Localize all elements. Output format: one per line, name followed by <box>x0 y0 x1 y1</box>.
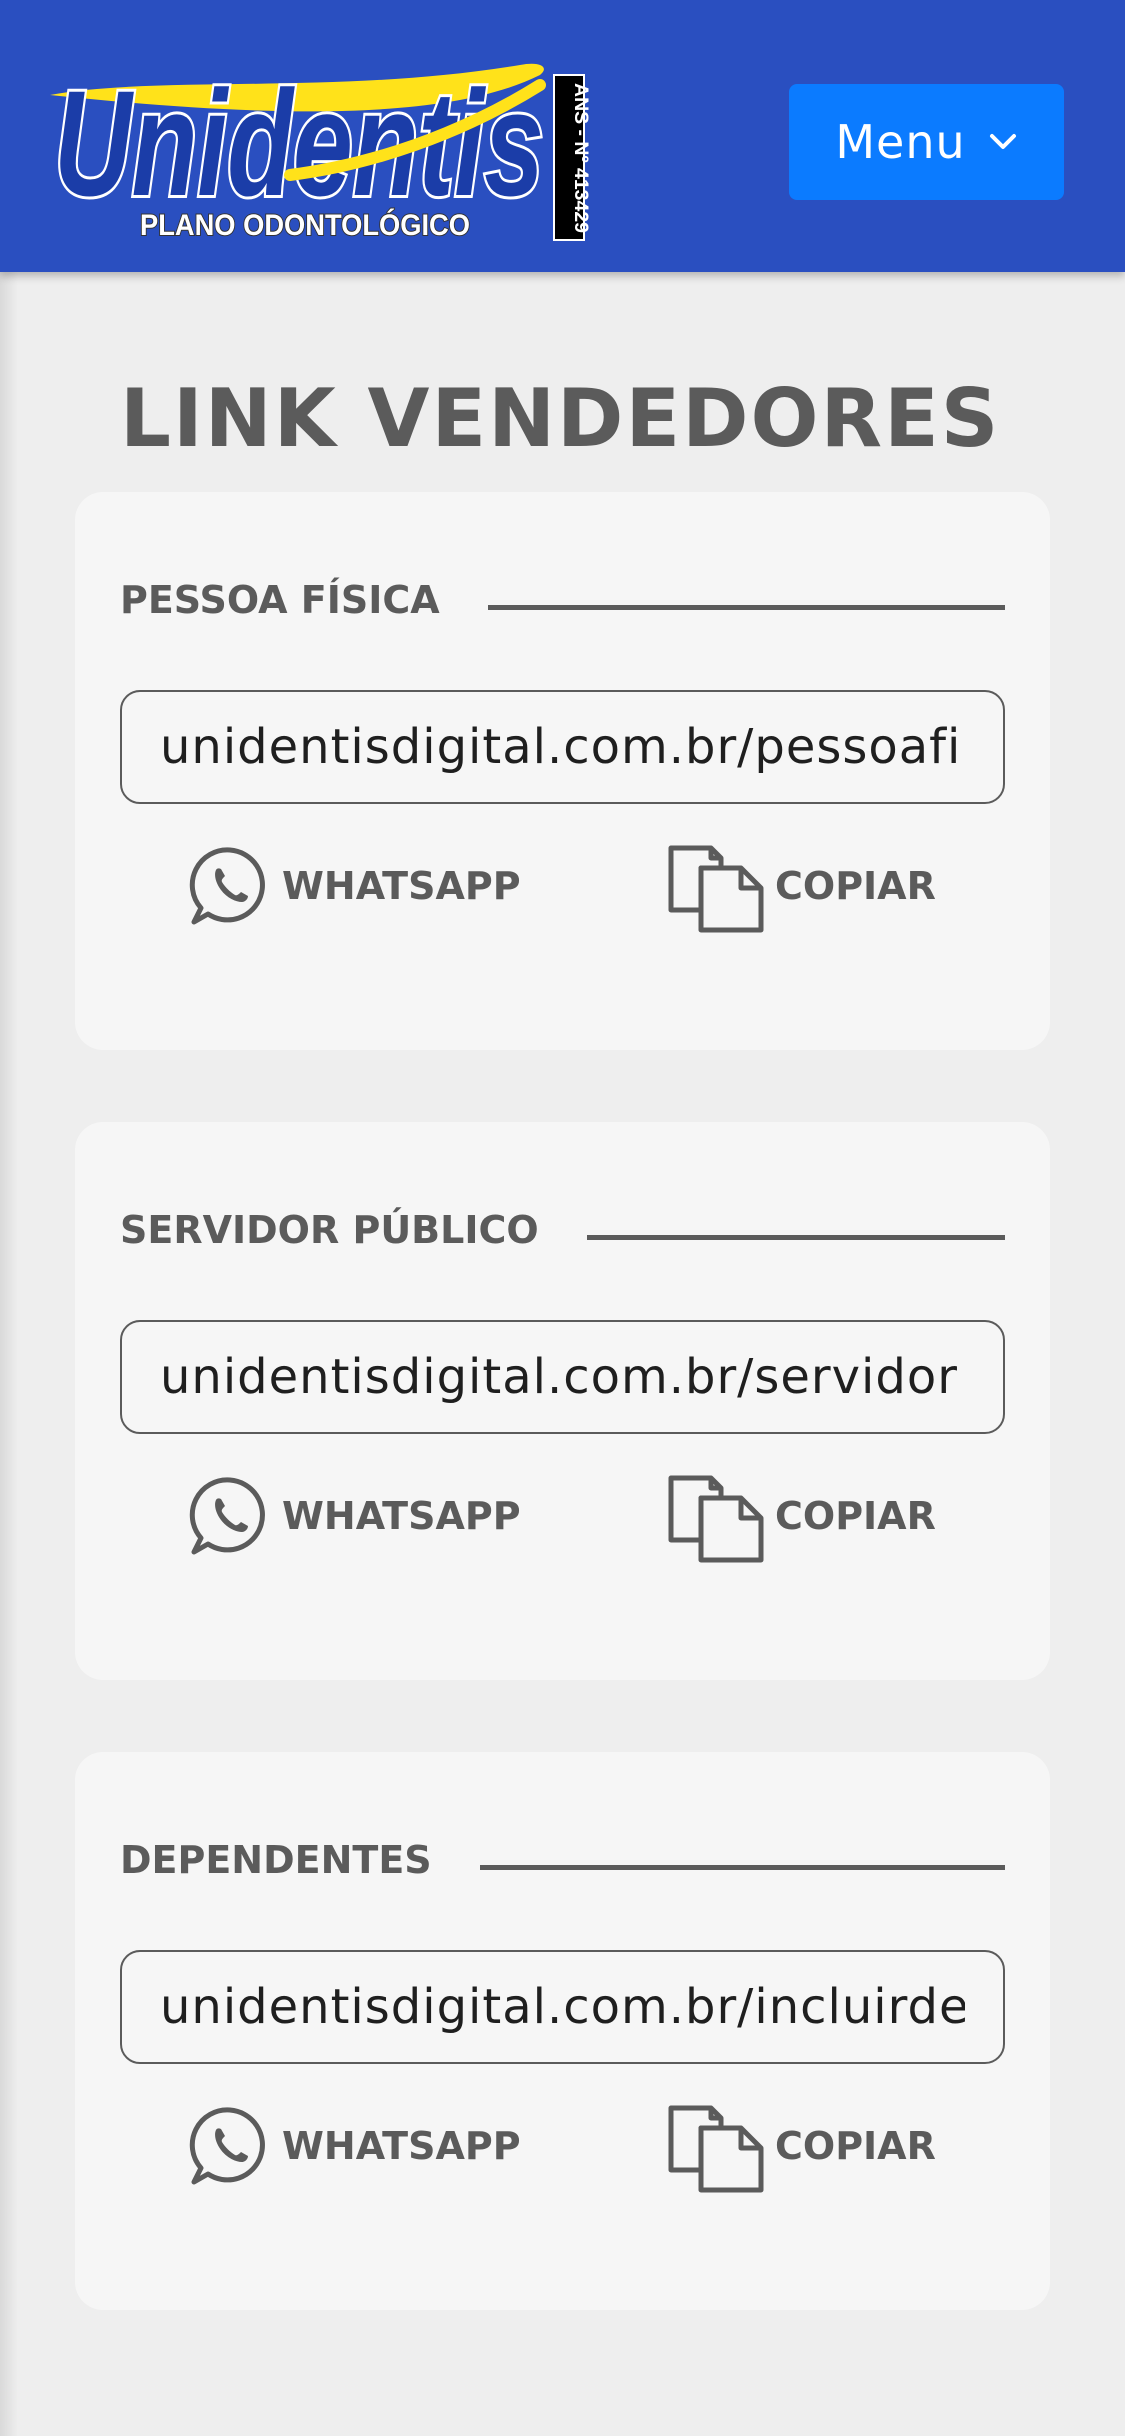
page-edge-shadow <box>0 272 18 2436</box>
whatsapp-icon <box>189 2107 265 2185</box>
whatsapp-button[interactable]: WHATSAPP <box>188 1466 521 1566</box>
svg-text:Unidentis: Unidentis <box>54 59 544 227</box>
menu-label: Menu <box>835 115 966 169</box>
section-card-dependentes: DEPENDENTES WHATSAPP COPIAR <box>75 1752 1050 2310</box>
copy-icon <box>668 2105 764 2193</box>
copy-button[interactable]: COPIAR <box>665 1466 936 1566</box>
section-header: DEPENDENTES <box>120 1830 1005 1890</box>
whatsapp-label: WHATSAPP <box>282 864 521 908</box>
section-title: DEPENDENTES <box>120 1838 432 1882</box>
menu-button[interactable]: Menu <box>789 84 1064 200</box>
copy-button[interactable]: COPIAR <box>665 836 936 936</box>
section-divider <box>586 1234 1005 1240</box>
chevron-down-icon <box>989 134 1016 149</box>
section-divider <box>487 604 1005 610</box>
unidentis-logo[interactable]: Unidentis PLANO ODONTOLÓGICO ANS - Nº 41… <box>40 55 600 255</box>
whatsapp-button[interactable]: WHATSAPP <box>188 2096 521 2196</box>
copy-label: COPIAR <box>775 864 936 908</box>
page-title: LINK VENDEDORES <box>120 372 1001 465</box>
link-field[interactable] <box>120 690 1005 804</box>
whatsapp-label: WHATSAPP <box>282 2124 521 2168</box>
whatsapp-label: WHATSAPP <box>282 1494 521 1538</box>
site-header: Unidentis PLANO ODONTOLÓGICO ANS - Nº 41… <box>0 0 1125 272</box>
copy-icon <box>668 1475 764 1563</box>
svg-text:ANS - Nº 413429: ANS - Nº 413429 <box>570 83 591 233</box>
copy-label: COPIAR <box>775 2124 936 2168</box>
whatsapp-icon <box>189 847 265 925</box>
whatsapp-button[interactable]: WHATSAPP <box>188 836 521 936</box>
link-field[interactable] <box>120 1950 1005 2064</box>
section-card-pessoa-fisica: PESSOA FÍSICA WHATSAPP COPIAR <box>75 492 1050 1050</box>
copy-label: COPIAR <box>775 1494 936 1538</box>
section-header: PESSOA FÍSICA <box>120 570 1005 630</box>
section-title: PESSOA FÍSICA <box>120 578 440 622</box>
copy-button[interactable]: COPIAR <box>665 2096 936 2196</box>
section-title: SERVIDOR PÚBLICO <box>120 1208 539 1252</box>
whatsapp-icon <box>189 1477 265 1555</box>
section-header: SERVIDOR PÚBLICO <box>120 1200 1005 1260</box>
link-field[interactable] <box>120 1320 1005 1434</box>
svg-text:PLANO ODONTOLÓGICO: PLANO ODONTOLÓGICO <box>140 208 470 242</box>
section-card-servidor-publico: SERVIDOR PÚBLICO WHATSAPP COPIAR <box>75 1122 1050 1680</box>
section-divider <box>479 1864 1005 1870</box>
copy-icon <box>668 845 764 933</box>
